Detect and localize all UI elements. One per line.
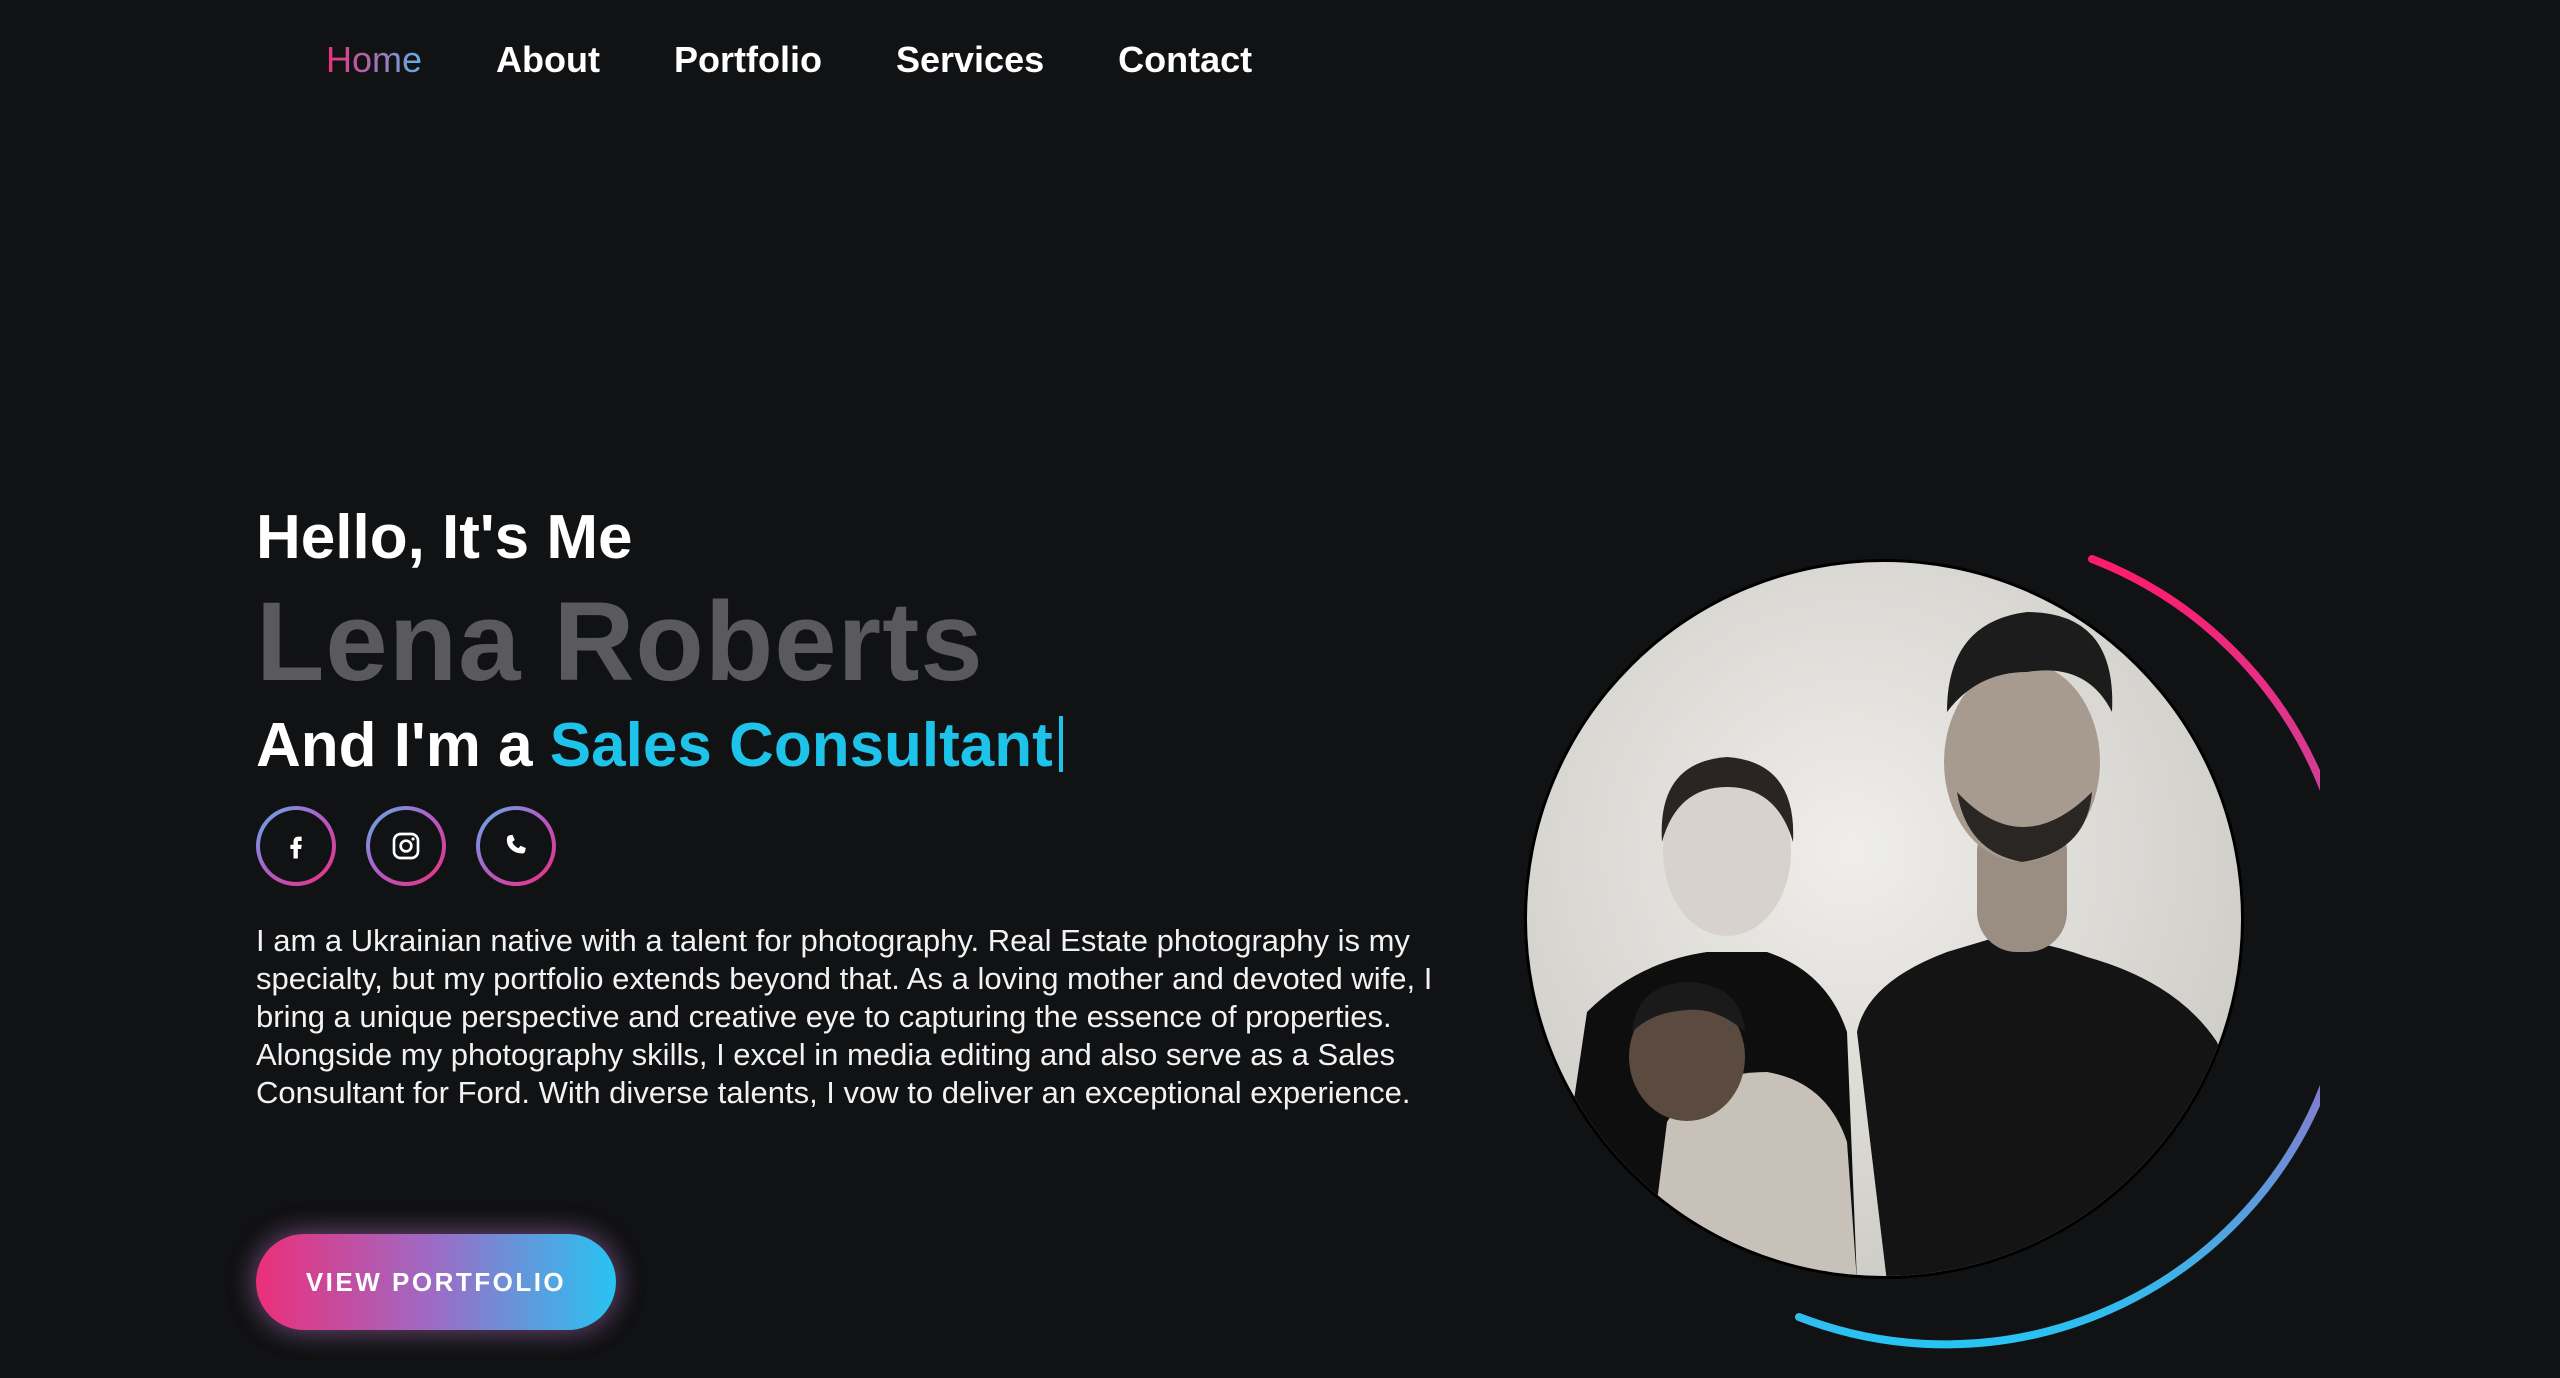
phone-button[interactable] bbox=[476, 806, 556, 886]
hero-role-line: And I'm a Sales Consultant bbox=[256, 708, 1446, 784]
hero-name: Lena Roberts bbox=[256, 579, 984, 704]
hero-greeting: Hello, It's Me bbox=[256, 503, 633, 572]
nav-portfolio[interactable]: Portfolio bbox=[674, 38, 822, 82]
nav-links: Home About Portfolio Services Contact bbox=[326, 38, 1326, 82]
phone-icon bbox=[506, 834, 526, 854]
typing-cursor bbox=[1058, 716, 1063, 772]
social-links bbox=[256, 806, 1446, 886]
top-navigation: Home About Portfolio Services Contact bbox=[0, 0, 2560, 120]
nav-home[interactable]: Home bbox=[326, 38, 422, 82]
role-text: Sales Consultant bbox=[549, 711, 1053, 780]
view-portfolio-button[interactable]: VIEW PORTFOLIO bbox=[256, 1234, 616, 1330]
nav-contact[interactable]: Contact bbox=[1118, 38, 1252, 82]
nav-services[interactable]: Services bbox=[896, 38, 1044, 82]
role-prefix: And I'm a bbox=[256, 711, 533, 780]
hero-bio: I am a Ukrainian native with a talent fo… bbox=[256, 923, 1433, 1110]
instagram-button[interactable] bbox=[366, 806, 446, 886]
facebook-button[interactable] bbox=[256, 806, 336, 886]
portrait-section bbox=[1520, 555, 2320, 1355]
profile-photo bbox=[1524, 559, 2244, 1279]
instagram-icon bbox=[392, 832, 420, 860]
nav-about[interactable]: About bbox=[496, 38, 600, 82]
hero-content: Hello, It's Me Lena Roberts And I'm a Sa… bbox=[256, 500, 1446, 1143]
family-photo-image bbox=[1527, 562, 2241, 1276]
facebook-icon bbox=[290, 836, 302, 859]
